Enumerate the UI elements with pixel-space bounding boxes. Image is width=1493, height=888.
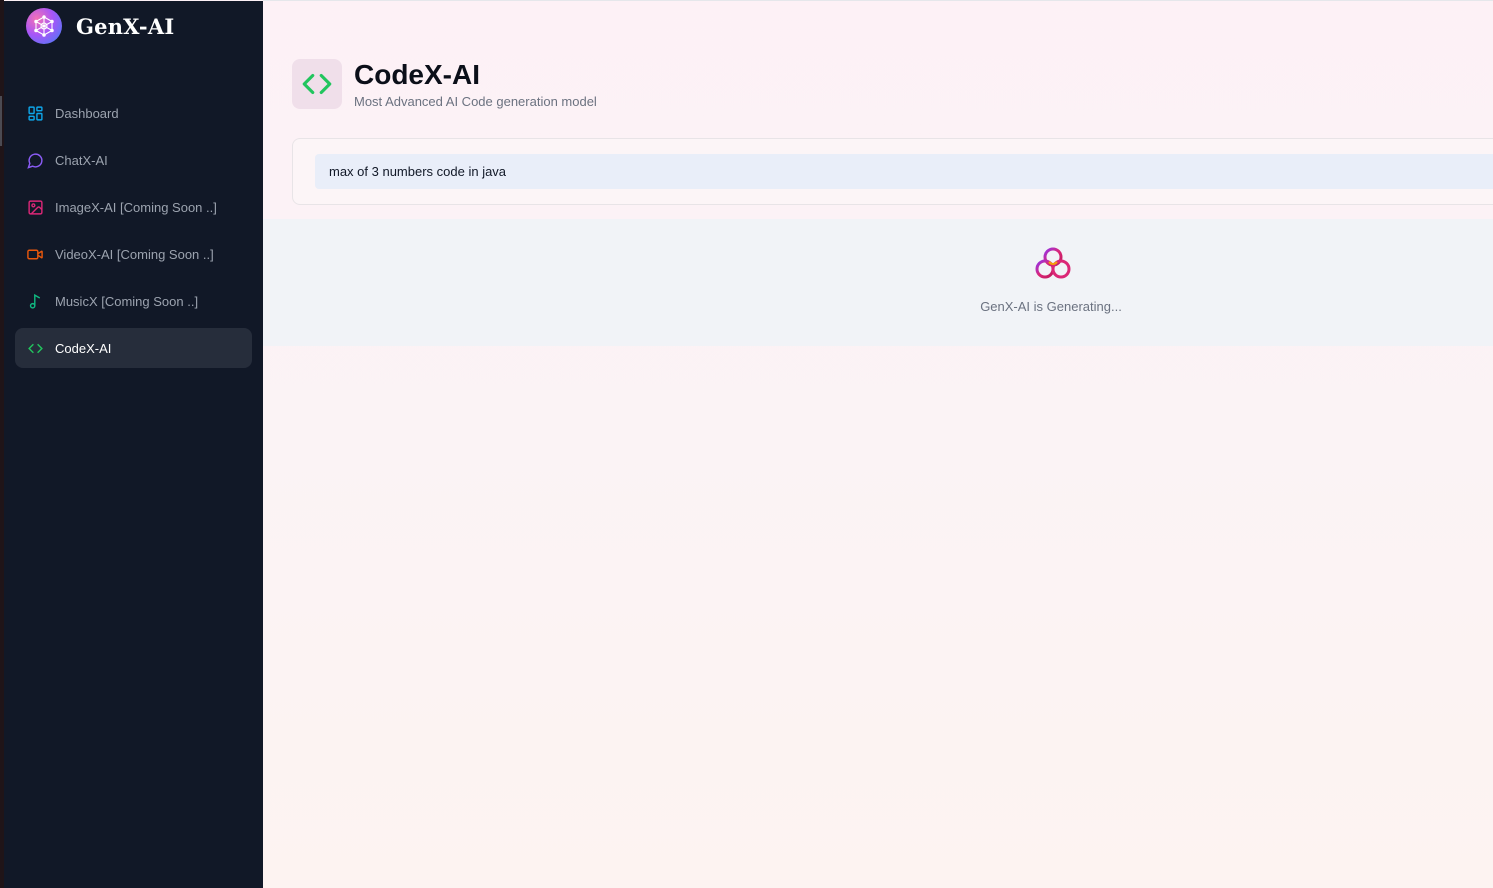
sidebar-item-dashboard[interactable]: Dashboard (15, 93, 252, 133)
video-icon (26, 245, 44, 263)
sidebar-item-imagex[interactable]: ImageX-AI [Coming Soon ..] (15, 187, 252, 227)
dashboard-grid-icon (26, 104, 44, 122)
page-header: CodeX-AI Most Advanced AI Code generatio… (292, 59, 597, 109)
top-divider (263, 0, 1493, 1)
music-note-icon (26, 292, 44, 310)
brand[interactable]: GenX-AI (26, 8, 174, 44)
sidebar-item-label: ImageX-AI [Coming Soon ..] (55, 199, 217, 215)
brand-name: GenX-AI (76, 13, 175, 39)
chat-bubble-icon (26, 151, 44, 169)
genx-loader-knot-icon (1033, 244, 1073, 289)
code-brackets-icon (26, 339, 44, 357)
loader-status-text: GenX-AI is Generating... (980, 299, 1122, 314)
page-subtitle: Most Advanced AI Code generation model (354, 94, 597, 109)
code-brackets-icon (292, 59, 342, 109)
sidebar-item-label: VideoX-AI [Coming Soon ..] (55, 246, 214, 262)
sidebar-item-codex[interactable]: CodeX-AI (15, 328, 252, 368)
sidebar-item-videox[interactable]: VideoX-AI [Coming Soon ..] (15, 234, 252, 274)
sidebar-nav: Dashboard ChatX-AI ImageX-AI [Coming Soo… (15, 93, 252, 375)
page-title: CodeX-AI (354, 59, 480, 90)
sidebar-item-label: CodeX-AI (55, 340, 112, 356)
sidebar-item-label: Dashboard (55, 105, 119, 121)
genx-network-logo-icon (26, 8, 62, 44)
image-icon (26, 198, 44, 216)
prompt-form: max of 3 numbers code in java (292, 138, 1493, 205)
sidebar-item-musicx[interactable]: MusicX [Coming Soon ..] (15, 281, 252, 321)
sidebar-item-label: MusicX [Coming Soon ..] (55, 293, 199, 309)
sidebar-item-label: ChatX-AI (55, 152, 108, 168)
sidebar: GenX-AI Dashboard ChatX-AI ImageX-AI [Co… (4, 1, 263, 888)
window-edge-marker (0, 96, 2, 146)
main-content: CodeX-AI Most Advanced AI Code generatio… (263, 0, 1493, 888)
loader-panel: GenX-AI is Generating... (263, 219, 1493, 346)
sidebar-item-chatx[interactable]: ChatX-AI (15, 140, 252, 180)
prompt-input[interactable]: max of 3 numbers code in java (315, 154, 1493, 189)
